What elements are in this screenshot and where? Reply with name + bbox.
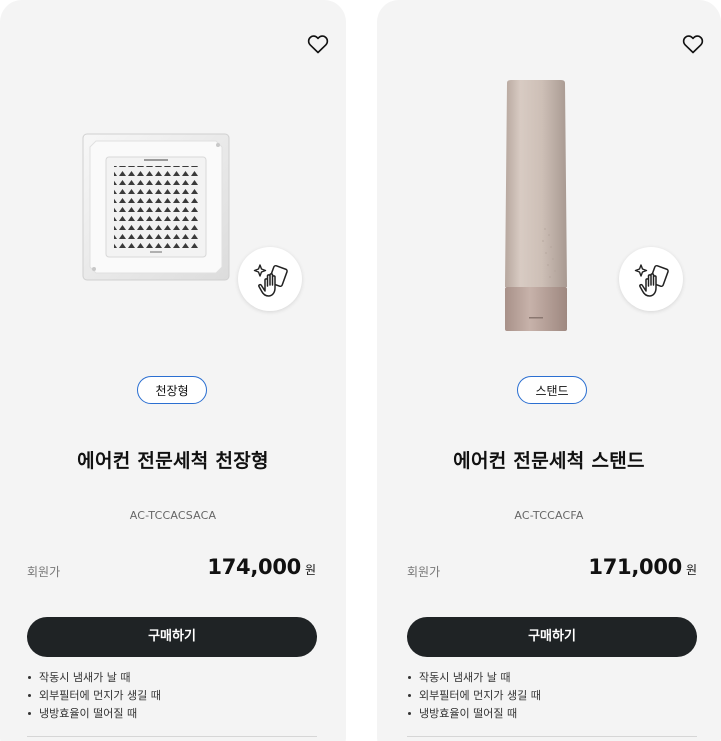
feature-text: 냉방효율이 떨어질 때 [419, 707, 518, 720]
feature-text: 작동시 냄새가 날 때 [419, 671, 511, 684]
bullet-icon [408, 675, 411, 679]
divider [407, 736, 697, 737]
type-chip: 천장형 [137, 376, 207, 404]
feature-text: 작동시 냄새가 날 때 [39, 671, 131, 684]
feature-list: 작동시 냄새가 날 때 외부필터에 먼지가 생길 때 냉방효율이 떨어질 때 [407, 669, 541, 723]
ceiling-aircon-image [82, 133, 230, 281]
feature-item: 냉방효율이 떨어질 때 [27, 705, 161, 723]
buy-button[interactable]: 구매하기 [407, 617, 697, 657]
feature-text: 외부필터에 먼지가 생길 때 [419, 689, 541, 702]
buy-button[interactable]: 구매하기 [27, 617, 317, 657]
product-title: 에어컨 전문세척 천장형 [77, 450, 269, 472]
price-amount: 171,000 [588, 555, 682, 579]
product-card-ceiling: 천장형 에어컨 전문세척 천장형 AC-TCCACSACA 회원가 174,00… [0, 0, 346, 741]
bullet-icon [28, 693, 31, 697]
price: 171,000 원 [588, 555, 697, 579]
bullet-icon [408, 711, 411, 715]
feature-item: 작동시 냄새가 날 때 [407, 669, 541, 687]
feature-item: 외부필터에 먼지가 생길 때 [27, 687, 161, 705]
cleaning-service-icon [238, 247, 302, 311]
feature-text: 냉방효율이 떨어질 때 [39, 707, 138, 720]
feature-item: 외부필터에 먼지가 생길 때 [407, 687, 541, 705]
bullet-icon [28, 711, 31, 715]
feature-text: 외부필터에 먼지가 생길 때 [39, 689, 161, 702]
member-price-label: 회원가 [27, 565, 61, 579]
model-number: AC-TCCACFA [514, 509, 584, 522]
feature-item: 냉방효율이 떨어질 때 [407, 705, 541, 723]
type-chip: 스탠드 [517, 376, 587, 404]
price: 174,000 원 [207, 555, 316, 579]
wishlist-heart-icon[interactable] [306, 32, 330, 56]
product-title: 에어컨 전문세척 스탠드 [453, 450, 645, 472]
stand-aircon-image [505, 80, 567, 331]
bullet-icon [28, 675, 31, 679]
wishlist-heart-icon[interactable] [681, 32, 705, 56]
model-number: AC-TCCACSACA [129, 509, 217, 522]
product-list: 천장형 에어컨 전문세척 천장형 AC-TCCACSACA 회원가 174,00… [0, 0, 721, 741]
feature-list: 작동시 냄새가 날 때 외부필터에 먼지가 생길 때 냉방효율이 떨어질 때 [27, 669, 161, 723]
price-amount: 174,000 [207, 555, 301, 579]
divider [27, 736, 317, 737]
feature-item: 작동시 냄새가 날 때 [27, 669, 161, 687]
price-currency: 원 [304, 563, 316, 577]
member-price-label: 회원가 [407, 565, 441, 579]
cleaning-service-icon [619, 247, 683, 311]
product-card-stand: 스탠드 에어컨 전문세척 스탠드 AC-TCCACFA 회원가 171,000 원… [377, 0, 721, 741]
price-currency: 원 [685, 563, 697, 577]
bullet-icon [408, 693, 411, 697]
